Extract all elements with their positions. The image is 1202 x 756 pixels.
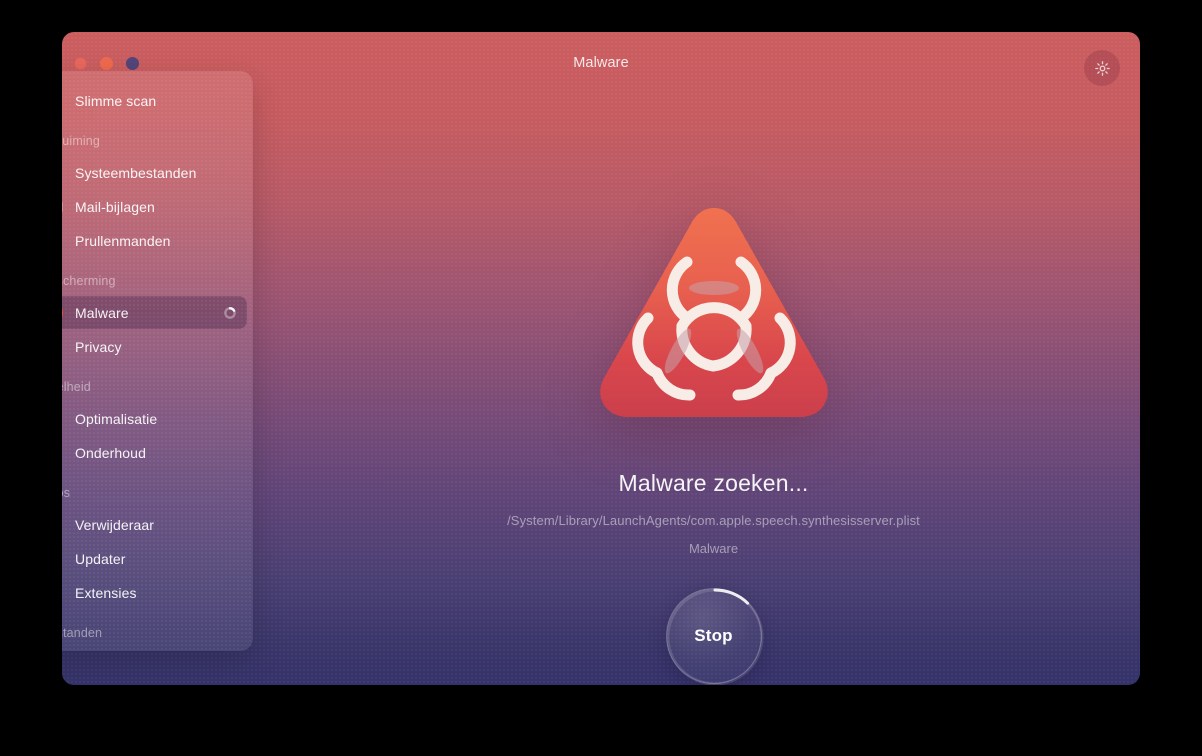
sidebar-item-onderhoud[interactable]: Onderhoud <box>62 436 247 469</box>
sidebar-item-label: Mail-bijlagen <box>75 198 155 215</box>
sidebar-item-mail-bijlagen[interactable]: Mail-bijlagen <box>62 190 247 223</box>
window-title: Malware <box>573 55 629 71</box>
main-content: Malware zoeken... /System/Library/Launch… <box>287 96 1140 685</box>
sidebar-section-title: Snelheid <box>62 380 91 394</box>
sidebar-item-label: Extensies <box>75 584 137 601</box>
gear-icon <box>1094 60 1110 76</box>
app-window: Malware Malware zoeken... /System/Librar… <box>62 32 1140 685</box>
trash-bin-icon <box>62 229 65 253</box>
sidebar-item-updater[interactable]: Updater <box>62 542 247 575</box>
sidebar-item-label: Prullenmanden <box>75 232 171 249</box>
sidebar-section-title: Bescherming <box>62 274 116 288</box>
sidebar-item-label: Malware <box>75 304 129 321</box>
sidebar-item-verwijderaar[interactable]: Verwijderaar <box>62 508 247 541</box>
sidebar-item-optimalisatie[interactable]: Optimalisatie <box>62 402 247 435</box>
sidebar-section-title: Opruiming <box>62 134 101 148</box>
sidebar-item-label: Verwijderaar <box>75 516 155 533</box>
hero-illustration <box>592 200 836 429</box>
scan-current-path: /System/Library/LaunchAgents/com.apple.s… <box>507 513 920 528</box>
sidebar-item-label: Slimme scan <box>75 92 157 109</box>
biohazard-icon <box>62 301 65 325</box>
sidebar-item-systeembestanden[interactable]: Systeembestanden <box>62 156 247 189</box>
wrench-icon <box>62 441 65 465</box>
sidebar-item-label: Optimalisatie <box>75 410 158 427</box>
sidebar-item-extensies[interactable]: Extensies <box>62 576 247 609</box>
sidebar-item-label: Systeembestanden <box>75 164 197 181</box>
sidebar-section-title: Bestanden <box>62 626 103 640</box>
sidebar-item-ruimtezoeker[interactable]: Ruimtezoeker <box>62 648 247 651</box>
scan-category: Malware <box>688 541 739 556</box>
system-junk-icon <box>62 161 65 185</box>
biohazard-triangle-icon <box>599 208 828 417</box>
sidebar-item-label: Updater <box>75 550 126 567</box>
stop-button[interactable]: Stop <box>665 588 763 685</box>
sliders-icon <box>62 407 65 431</box>
sidebar-item-label: Privacy <box>75 338 122 355</box>
envelope-icon <box>62 195 65 219</box>
extensions-icon <box>62 581 65 605</box>
hand-icon <box>62 335 65 359</box>
sidebar-item-malware[interactable]: Malware <box>62 296 247 329</box>
sidebar-item-slimme-scan[interactable]: Slimme scan <box>62 84 247 117</box>
monitor-scan-icon <box>62 89 65 113</box>
refresh-arrow-icon <box>62 547 65 571</box>
spinner-icon <box>223 306 237 320</box>
uninstaller-icon <box>62 513 65 537</box>
scan-status-title: Malware zoeken... <box>618 470 809 496</box>
sidebar-item-prullenmanden[interactable]: Prullenmanden <box>62 224 247 257</box>
sidebar-section-title: Apps <box>62 486 71 500</box>
sidebar: Slimme scan Opruiming Systeembestanden Mail… <box>62 71 253 651</box>
settings-button[interactable] <box>1084 50 1120 86</box>
stop-button-label: Stop <box>694 626 733 645</box>
screen: Malware Malware zoeken... /System/Librar… <box>0 0 1202 756</box>
sidebar-item-label: Onderhoud <box>75 444 146 461</box>
sidebar-item-privacy[interactable]: Privacy <box>62 330 247 363</box>
